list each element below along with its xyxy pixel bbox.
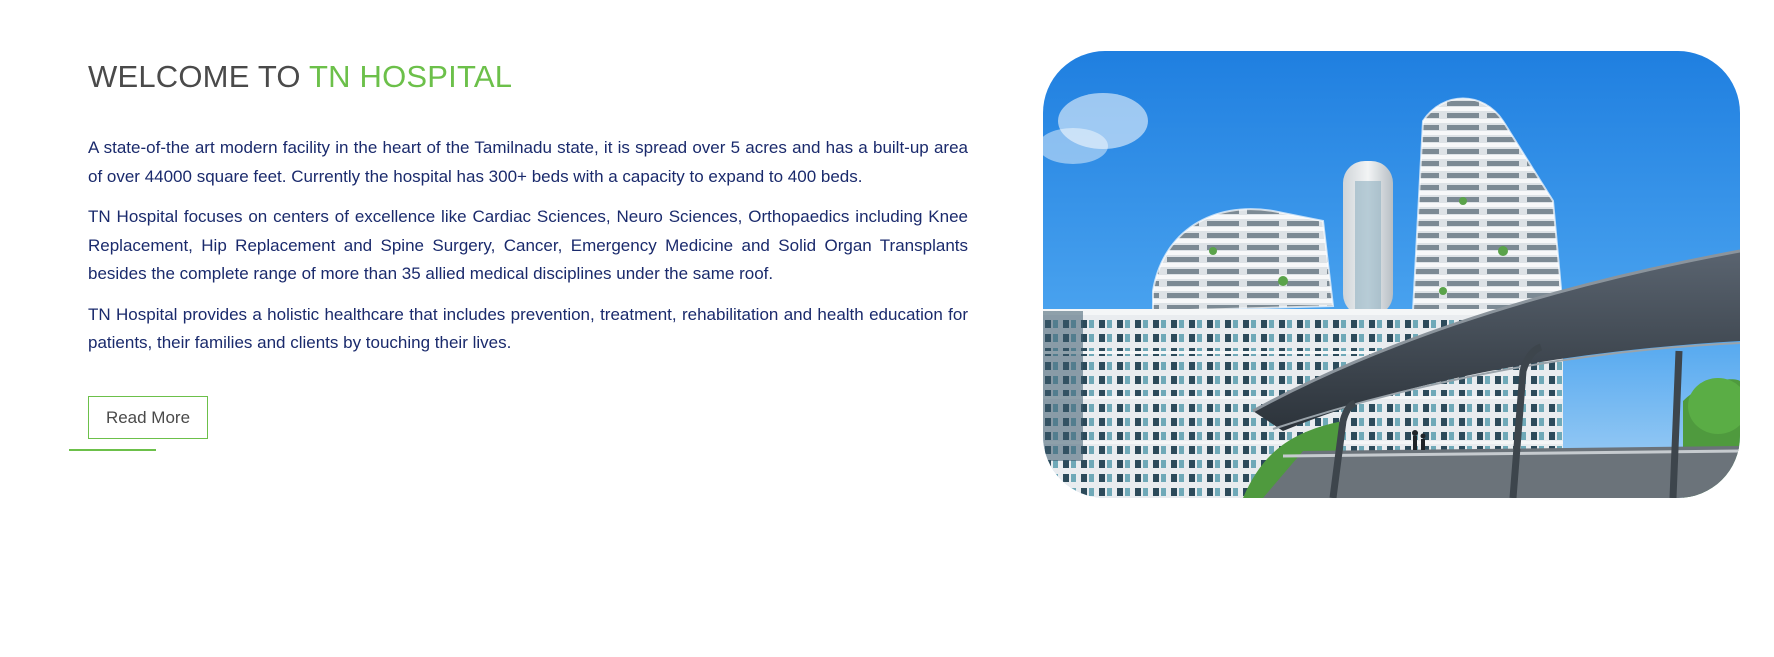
hospital-building-photo [1043, 51, 1740, 498]
intro-paragraph-3: TN Hospital provides a holistic healthca… [88, 304, 968, 353]
intro-paragraph-2: TN Hospital focuses on centers of excell… [88, 207, 968, 283]
read-more-underline [69, 449, 156, 451]
page-title: WELCOME TO TN HOSPITAL [88, 56, 968, 98]
intro-paragraph-1: A state-of-the art modern facility in th… [88, 138, 968, 186]
read-more-button[interactable]: Read More [88, 396, 208, 439]
welcome-section: WELCOME TO TN HOSPITAL A state-of-the ar… [0, 0, 1774, 657]
welcome-text-block: WELCOME TO TN HOSPITAL A state-of-the ar… [88, 56, 968, 358]
title-accent: TN HOSPITAL [308, 59, 513, 94]
title-prefix: WELCOME TO [88, 59, 309, 94]
